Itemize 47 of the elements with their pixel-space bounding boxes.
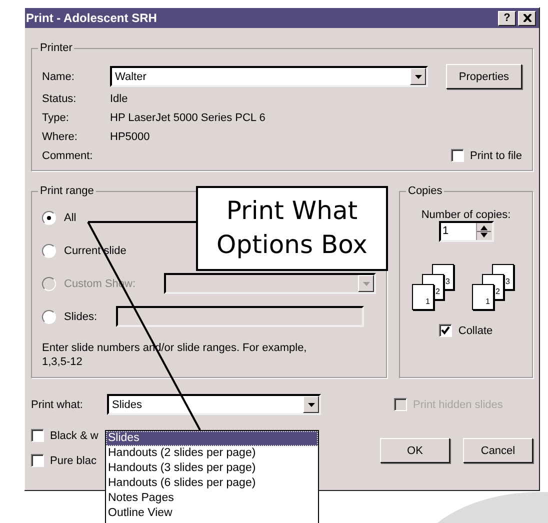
info-value: HP LaserJet 5000 Series PCL 6: [110, 112, 266, 124]
copies-label: Number of copies:: [421, 209, 511, 221]
dropdown-arrow-icon: [362, 282, 370, 286]
print-what-dropdown[interactable]: Slides: [107, 394, 321, 415]
dropdown-arrow-icon: [414, 74, 422, 78]
spin-arrows-icon: [476, 223, 490, 240]
info-label: Where:: [42, 130, 78, 142]
checkbox[interactable]: [439, 324, 452, 337]
radio-button[interactable]: [42, 210, 56, 224]
checkbox[interactable]: [31, 429, 44, 442]
page-sheet: 1: [412, 284, 434, 310]
radio-button[interactable]: [42, 244, 56, 258]
radio-label: Slides:: [64, 310, 98, 322]
name-label: Name:: [42, 70, 76, 82]
radio-label: Current slide: [64, 244, 126, 256]
printer-dropdown[interactable]: Walter: [110, 66, 428, 87]
checkbox-label: Black & w: [50, 430, 98, 442]
group-label: Print range: [39, 185, 95, 197]
close-button[interactable]: [518, 10, 536, 26]
close-icon: [522, 14, 532, 22]
cancel-button[interactable]: Cancel: [463, 438, 533, 463]
info-label: Status:: [42, 92, 78, 104]
copies-spinner[interactable]: 1: [438, 221, 494, 242]
checkbox[interactable]: [451, 149, 464, 162]
group-label: Copies: [407, 185, 444, 197]
callout-label: Print What Options Box: [196, 186, 388, 271]
info-label: Type:: [42, 112, 70, 124]
custom-show-dropdown[interactable]: [164, 273, 376, 294]
ok-button[interactable]: OK: [380, 438, 450, 463]
slides-input-field[interactable]: [116, 306, 364, 327]
print-what-label: Print what:: [31, 398, 84, 410]
radio-label: All: [64, 212, 76, 224]
info-value: Idle: [110, 92, 128, 104]
checkbox-label: Print to file: [470, 150, 522, 162]
checkbox-label: Pure blac: [50, 454, 96, 466]
checkbox[interactable]: [31, 454, 44, 467]
checkbox-label: Collate: [458, 324, 493, 336]
info-value: HP5000: [110, 130, 150, 142]
properties-button[interactable]: Properties: [446, 64, 522, 89]
help-button[interactable]: ?: [498, 10, 516, 26]
dropdown-option[interactable]: Slides: [106, 431, 318, 446]
dropdown-arrow-icon: [308, 402, 314, 406]
info-label: Comment:: [42, 150, 94, 162]
group-label: Printer: [39, 42, 74, 54]
window-title: Print - Adolescent SRH: [26, 11, 157, 25]
page-sheet: 1: [472, 284, 494, 310]
radio-button[interactable]: [42, 310, 56, 324]
